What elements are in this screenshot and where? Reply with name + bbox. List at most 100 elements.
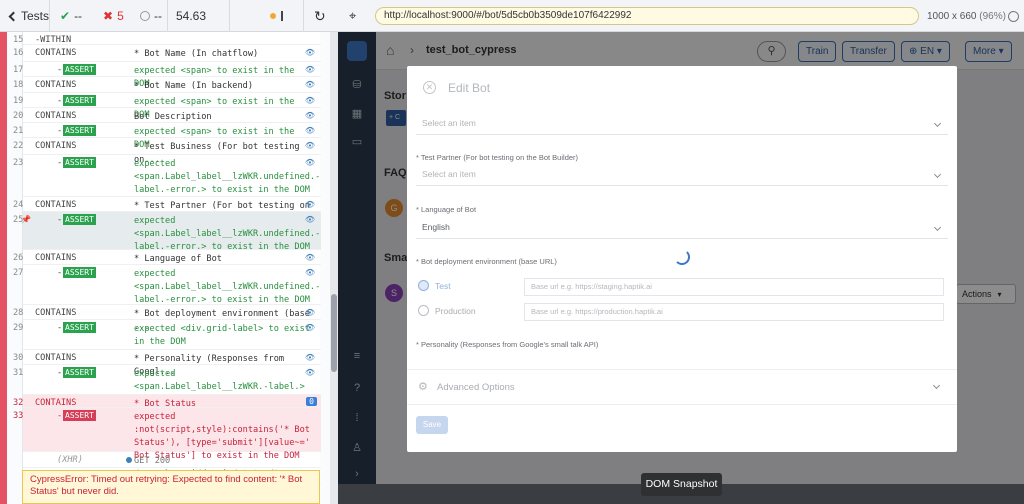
command-row[interactable]: 18 CONTAINS * Bot Name (In backend) 👁: [13, 77, 321, 93]
eye-icon[interactable]: 👁: [305, 158, 315, 167]
test-business-select[interactable]: Select an item: [416, 113, 948, 135]
runner-top-bar: Tests ✔ -- ✖ 5 -- 54.63 ↻ ⌖ http://local…: [0, 0, 1024, 32]
eye-icon[interactable]: 👁: [305, 323, 315, 332]
command-name: CONTAINS: [35, 141, 77, 151]
advanced-options-toggle[interactable]: ⚙ Advanced Options: [407, 369, 957, 405]
pending-stat: --: [140, 0, 168, 32]
url-bar[interactable]: http://localhost:9000/#/bot/5d5cb0b3509d…: [375, 7, 919, 25]
language-select[interactable]: English: [416, 217, 948, 239]
command-row[interactable]: 29 - ASSERT expected <div.grid-label> to ex…: [13, 320, 321, 350]
command-log[interactable]: 15 -WITHIN 16 CONTAINS * Bot Name (In chatfl…: [13, 32, 321, 504]
command-row[interactable]: 27 - ASSERT expected <span.Label_label__lzW…: [13, 265, 321, 305]
chevron-down-icon: [933, 223, 942, 232]
command-name: CONTAINS: [35, 111, 77, 121]
command-row[interactable]: 24 CONTAINS * Test Partner (For bot testin…: [13, 197, 321, 224]
circle-icon: [140, 11, 150, 21]
assert-badge: ASSERT: [63, 267, 96, 278]
eye-icon[interactable]: 👁: [305, 126, 315, 135]
test-radio-label: Test: [435, 281, 451, 291]
command-row[interactable]: 25- ASSERT expected <span.Label_label__lzW…: [13, 212, 321, 252]
production-radio[interactable]: [418, 305, 429, 316]
command-row[interactable]: 28 CONTAINS * Bot deployment environment (…: [13, 305, 321, 332]
selector-playground-button[interactable]: ⌖: [349, 0, 356, 32]
test-partner-label: * Test Partner (For bot testing on the B…: [416, 153, 579, 162]
url-text: http://localhost:9000/#/bot/5d5cb0b3509d…: [384, 10, 632, 21]
command-row[interactable]: 17- ASSERT expected <span> to exist in the…: [13, 62, 321, 89]
status-dot-icon: [126, 457, 132, 463]
xhr-row[interactable]: (XHR)GET 200 /mogambo_api/domain/status/…: [23, 452, 321, 479]
production-radio-label: Production: [435, 306, 476, 316]
assert-badge: ASSERT: [63, 95, 96, 106]
command-number: 31: [13, 368, 24, 378]
save-button[interactable]: Save: [416, 416, 448, 434]
command-name: CONTAINS: [35, 200, 77, 210]
select-placeholder: Select an item: [422, 169, 476, 179]
chevron-down-icon: [932, 381, 941, 390]
error-message: CypressError: Timed out retrying: Expect…: [22, 470, 320, 504]
command-row[interactable]: 23 - ASSERT expected <span.Label_label__lzW…: [13, 155, 321, 197]
info-button[interactable]: [1008, 0, 1019, 32]
duration-value: 54.63: [176, 9, 207, 23]
eye-icon[interactable]: 👁: [305, 65, 315, 74]
eye-icon[interactable]: 👁: [305, 268, 315, 277]
scroll-bar-icon: [281, 11, 283, 21]
command-number: 19: [13, 96, 24, 106]
command-number: 20: [13, 111, 24, 121]
eye-icon[interactable]: 👁: [305, 353, 315, 362]
command-row[interactable]: 16 CONTAINS * Bot Name (In chatflow) 👁: [13, 45, 321, 62]
assert-badge: ASSERT: [63, 322, 96, 333]
command-row[interactable]: 26 CONTAINS * Language of Bot 👁: [13, 250, 321, 265]
eye-icon[interactable]: 👁: [305, 96, 315, 105]
scrollbar-thumb[interactable]: [331, 294, 337, 372]
passed-stat: ✔ --: [60, 0, 82, 32]
chevron-left-icon: [8, 11, 19, 21]
test-radio[interactable]: [418, 280, 429, 291]
input-placeholder: Base url e.g. https://staging.haptik.ai: [531, 282, 652, 291]
advanced-options-label: Advanced Options: [437, 382, 515, 393]
command-number: 15: [13, 35, 24, 45]
assert-dash: -: [57, 268, 63, 278]
auto-scroll-toggle[interactable]: [270, 0, 304, 32]
eye-icon[interactable]: 👁: [305, 80, 315, 89]
command-number: 21: [13, 126, 24, 136]
eye-icon[interactable]: 👁: [305, 253, 315, 262]
command-row[interactable]: 19- ASSERT expected <span> to exist in the…: [13, 93, 321, 120]
assert-badge: ASSERT: [63, 214, 96, 225]
close-icon[interactable]: ✕: [423, 81, 436, 94]
production-url-input[interactable]: Base url e.g. https://production.haptik.…: [524, 303, 944, 321]
tests-back-button[interactable]: Tests: [0, 0, 50, 32]
reporter-scrollbar[interactable]: [330, 32, 338, 504]
command-row[interactable]: 32 CONTAINS * Bot Status 0: [13, 395, 321, 409]
command-row[interactable]: 30 CONTAINS * Personality (Responses from …: [13, 350, 321, 377]
eye-icon[interactable]: 👁: [305, 215, 315, 224]
command-message: expected <span.Label_label__lzWKR.undefi…: [134, 216, 321, 252]
assert-badge: ASSERT: [63, 367, 96, 378]
failed-indicator: [0, 32, 7, 504]
eye-icon[interactable]: 👁: [305, 308, 315, 317]
chevron-down-icon: [933, 170, 942, 179]
pin-icon: 📌: [21, 215, 31, 224]
command-name: CONTAINS: [35, 353, 77, 363]
assert-dash: -: [57, 323, 63, 333]
command-row[interactable]: 21- ASSERT expected <span> to exist in the…: [13, 123, 321, 150]
status-dot-icon: [270, 13, 276, 19]
assert-badge: ASSERT: [63, 157, 96, 168]
command-number: 33: [13, 411, 24, 421]
command-row[interactable]: 31- ASSERT expected <span.Label_label__lzW…: [13, 365, 321, 405]
command-row[interactable]: 22 CONTAINS * Test Business (For bot testi…: [13, 138, 321, 165]
deployment-label: * Bot deployment environment (base URL): [416, 257, 557, 266]
test-partner-select[interactable]: Select an item: [416, 164, 948, 186]
dom-snapshot-tooltip: DOM Snapshot: [641, 473, 722, 496]
eye-icon[interactable]: 👁: [305, 48, 315, 57]
command-row[interactable]: 20 CONTAINS Bot Description 👁: [13, 108, 321, 123]
eye-icon[interactable]: 👁: [305, 141, 315, 150]
eye-icon[interactable]: 👁: [305, 368, 315, 377]
command-row[interactable]: 15 -WITHIN: [13, 32, 321, 45]
reload-button[interactable]: ↻: [314, 0, 326, 32]
command-row[interactable]: 33- ASSERT expected :not(script,style):con…: [13, 408, 321, 461]
save-label: Save: [422, 420, 442, 429]
test-url-input[interactable]: Base url e.g. https://staging.haptik.ai: [524, 278, 944, 296]
command-number: 22: [13, 141, 24, 151]
eye-icon[interactable]: 👁: [305, 111, 315, 120]
eye-icon[interactable]: 👁: [305, 200, 315, 209]
